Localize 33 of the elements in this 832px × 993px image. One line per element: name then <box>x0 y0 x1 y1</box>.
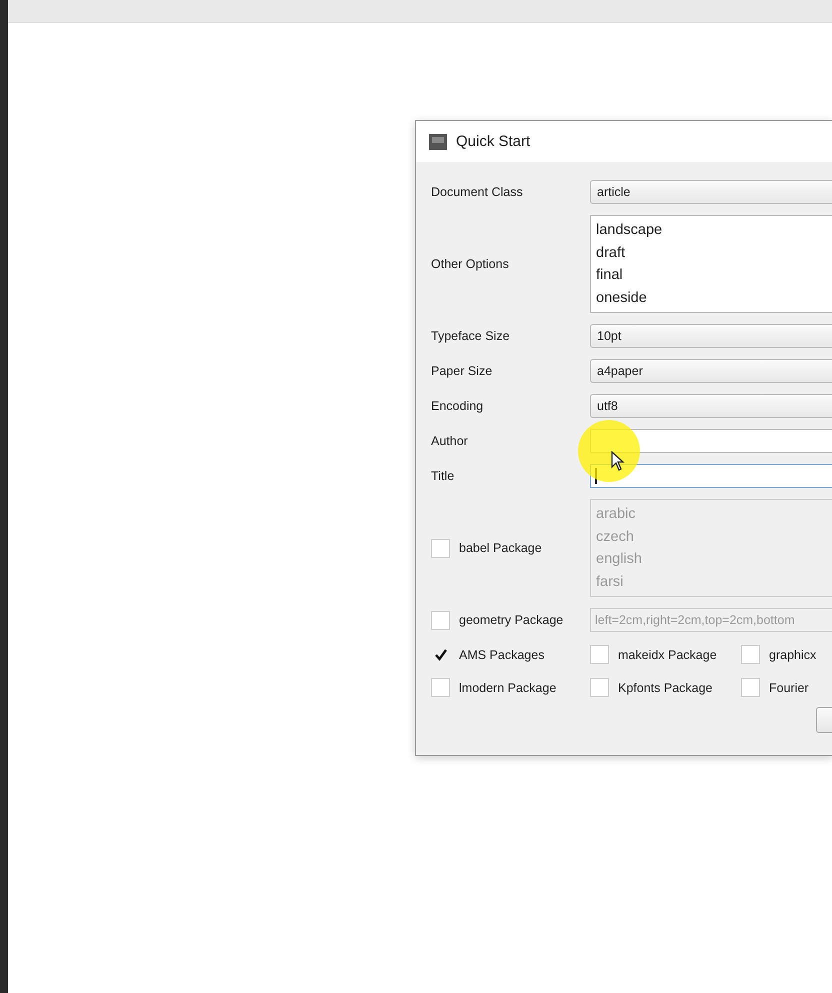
field-label: Document Class <box>431 185 524 199</box>
dropdown[interactable]: a4paper <box>590 359 832 383</box>
checkbox-label: graphicx <box>769 648 816 662</box>
app-icon <box>429 134 447 150</box>
field-label: Paper Size <box>431 364 494 378</box>
checkbox[interactable] <box>741 645 760 664</box>
checkbox[interactable] <box>741 678 760 697</box>
field-label: Title <box>431 469 456 483</box>
checkbox-label: makeidx Package <box>618 648 717 662</box>
field-label: Encoding <box>431 399 484 413</box>
checkbox[interactable] <box>590 645 609 664</box>
checkbox-label: Fourier <box>769 680 809 694</box>
list-item[interactable]: draft <box>596 242 828 264</box>
list-item[interactable]: oneside <box>596 286 828 309</box>
checkbox-label: Kpfonts Package <box>618 680 713 694</box>
options-list[interactable]: landscape draft final oneside <box>590 215 832 313</box>
field-label: Other Options <box>431 257 510 271</box>
pointer-icon <box>611 451 625 471</box>
dropdown[interactable]: article <box>590 180 832 204</box>
field-label: Typeface Size <box>431 329 511 343</box>
checkbox[interactable] <box>590 678 609 697</box>
checkbox-label: lmodern Package <box>459 680 556 694</box>
field-label: Author <box>431 434 469 448</box>
checkbox[interactable] <box>431 678 450 697</box>
dropdown[interactable]: 10pt <box>590 324 832 348</box>
list-item[interactable]: final <box>596 264 828 286</box>
dialog-title: Quick Start <box>456 133 530 150</box>
list-item[interactable]: landscape <box>596 219 828 242</box>
checkbox-label: geometry Package <box>459 613 564 627</box>
checkbox-label: babel Package <box>459 541 542 555</box>
dropdown[interactable]: utf8 <box>590 394 832 418</box>
checkbox-label: AMS Packages <box>459 648 544 662</box>
dialog-button[interactable] <box>816 707 832 733</box>
